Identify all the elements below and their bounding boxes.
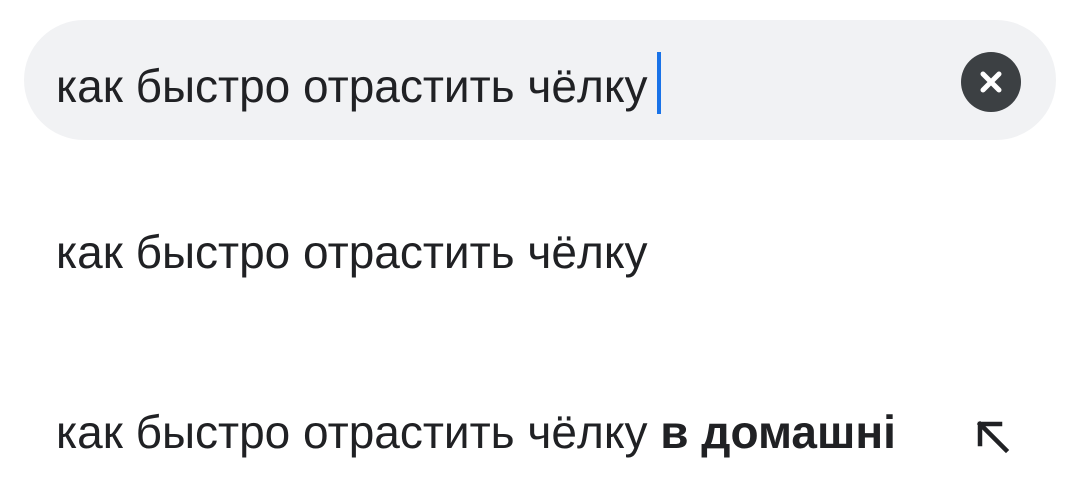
suggestion-completion-text: в домашні [660, 406, 896, 458]
search-bar[interactable]: как быстро отрастить чёлку [24, 20, 1056, 140]
text-caret [657, 52, 662, 114]
suggestion-item[interactable]: как быстро отрастить чёлку [0, 192, 1080, 312]
arrow-up-left-icon [972, 416, 1012, 461]
suggestion-base-text: как быстро отрастить чёлку [56, 226, 648, 278]
search-query-text: как быстро отрастить чёлку [56, 60, 648, 112]
close-icon [976, 67, 1006, 97]
suggestion-label: как быстро отрастить чёлку [56, 224, 647, 280]
suggestion-base-text: как быстро отрастить чёлку [56, 406, 661, 458]
clear-search-button[interactable] [961, 52, 1021, 112]
suggestion-label: как быстро отрастить чёлку в домашні [56, 404, 896, 460]
fill-query-button[interactable] [968, 414, 1016, 462]
search-input[interactable]: как быстро отрастить чёлку [56, 52, 662, 114]
suggestion-item[interactable]: как быстро отрастить чёлку в домашні [0, 372, 1080, 492]
